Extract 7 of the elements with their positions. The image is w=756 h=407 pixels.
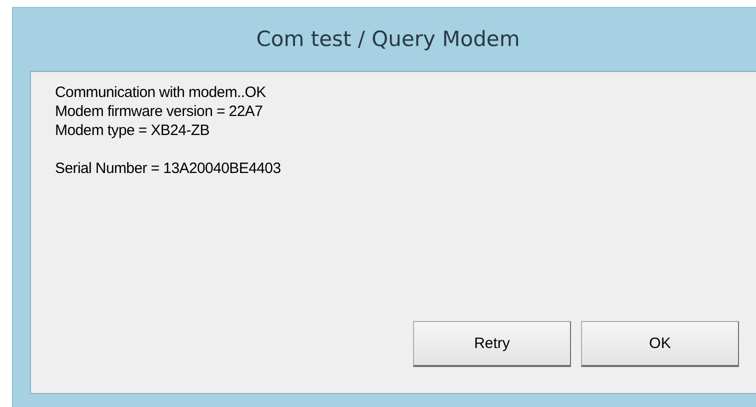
- message-line: Modem firmware version = 22A7: [55, 102, 263, 121]
- message-line: Serial Number = 13A20040BE4403: [55, 159, 281, 178]
- dialog-button[interactable]: Retry: [413, 321, 571, 367]
- message-line: Modem type = XB24-ZB: [55, 121, 210, 140]
- window-title: Com test / Query Modem: [255, 26, 521, 53]
- dialog-button[interactable]: OK: [581, 321, 739, 367]
- message-line: Communication with modem..OK: [55, 83, 266, 102]
